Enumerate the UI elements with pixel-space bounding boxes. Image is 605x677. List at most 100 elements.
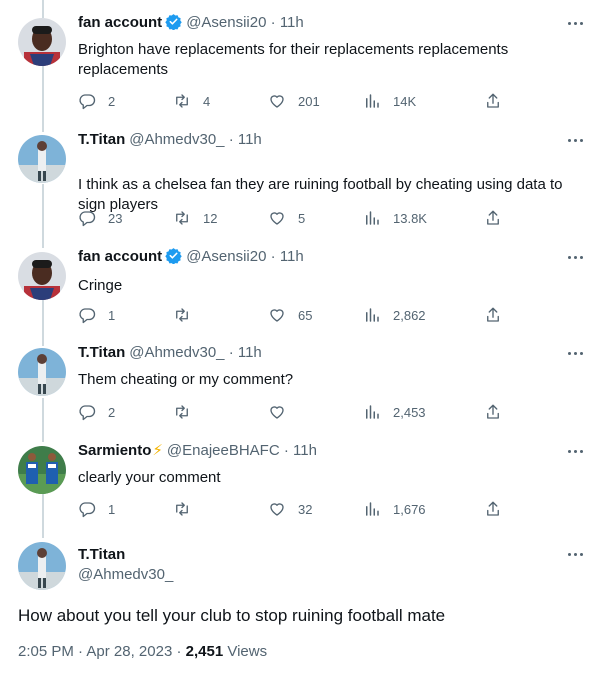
views-count: 13.8K bbox=[393, 210, 427, 226]
tweet-date[interactable]: Apr 28, 2023 bbox=[86, 643, 172, 660]
separator-dot: · bbox=[78, 643, 84, 660]
reply-button[interactable]: 2 bbox=[78, 90, 115, 112]
display-name[interactable]: fan account bbox=[78, 14, 162, 31]
reply-button[interactable]: 2 bbox=[78, 401, 115, 423]
main-tweet-name[interactable]: T.Titan bbox=[78, 546, 125, 563]
user-handle[interactable]: @EnajeeBHAFC bbox=[167, 442, 280, 459]
tweet-header: T.Titan @Ahmedv30_ · 11h bbox=[78, 343, 262, 363]
share-button[interactable] bbox=[484, 304, 502, 326]
main-tweet-text: How about you tell your club to stop rui… bbox=[18, 606, 446, 625]
tweet-time[interactable]: 11h bbox=[238, 131, 262, 148]
tweet-time[interactable]: 11h bbox=[280, 14, 304, 31]
tweet-text: Brighton have replacements for their rep… bbox=[78, 41, 509, 78]
tweet-actions: 2 4 201 14K bbox=[78, 90, 508, 112]
avatar[interactable] bbox=[18, 18, 66, 66]
retweet-button[interactable] bbox=[173, 401, 203, 423]
more-dots-icon[interactable] bbox=[566, 13, 586, 33]
more-dots-icon[interactable] bbox=[566, 544, 586, 564]
reply-icon bbox=[79, 405, 96, 421]
retweet-button[interactable] bbox=[173, 304, 203, 326]
separator-dot: · bbox=[228, 131, 234, 148]
avatar[interactable] bbox=[18, 135, 66, 183]
tweet-text: clearly your comment bbox=[78, 469, 221, 486]
more-dots-icon[interactable] bbox=[566, 343, 586, 363]
views-button[interactable]: 14K bbox=[363, 90, 416, 112]
more-dots-icon[interactable] bbox=[566, 247, 586, 267]
views-count: 14K bbox=[393, 93, 417, 109]
retweet-count: 12 bbox=[203, 210, 218, 226]
tweet-actions: 1 65 2,862 bbox=[78, 304, 508, 326]
views-button[interactable]: 13.8K bbox=[363, 207, 427, 229]
tweet-meta: 2:05 PM · Apr 28, 2023 · 2,451 Views bbox=[18, 643, 267, 660]
reply-button[interactable]: 23 bbox=[78, 207, 122, 229]
views-count: 1,676 bbox=[393, 501, 426, 517]
tweet-time[interactable]: 11h bbox=[238, 344, 262, 361]
reply-tweet: Sarmiento⚡ @EnajeeBHAFC · 11h clearly your… bbox=[0, 428, 605, 538]
share-icon bbox=[487, 307, 499, 322]
tweet-time[interactable]: 2:05 PM bbox=[18, 643, 74, 660]
separator-dot: · bbox=[228, 344, 234, 361]
user-handle[interactable]: @Asensii20 bbox=[186, 14, 266, 31]
share-button[interactable] bbox=[484, 90, 502, 112]
tweet-text: Them cheating or my comment? bbox=[78, 371, 294, 388]
retweet-icon bbox=[176, 211, 188, 225]
tweet-header: fan account @Asensii20 · 11h bbox=[78, 13, 304, 33]
display-name[interactable]: Sarmiento bbox=[78, 442, 151, 459]
share-icon bbox=[487, 93, 499, 108]
display-name[interactable]: T.Titan bbox=[78, 131, 125, 148]
tweet-actions: 2 2,453 bbox=[78, 401, 508, 423]
share-icon bbox=[487, 501, 499, 516]
retweet-icon bbox=[176, 502, 188, 516]
reply-count: 23 bbox=[108, 210, 123, 226]
verified-badge-icon bbox=[165, 248, 182, 264]
retweet-icon bbox=[176, 94, 188, 108]
tweet-time[interactable]: 11h bbox=[293, 442, 317, 459]
reply-button[interactable]: 1 bbox=[78, 498, 115, 520]
share-button[interactable] bbox=[484, 207, 502, 229]
reply-icon bbox=[79, 502, 96, 518]
like-button[interactable]: 201 bbox=[268, 90, 320, 112]
display-name[interactable]: T.Titan bbox=[78, 344, 125, 361]
more-dots-icon[interactable] bbox=[566, 130, 586, 150]
views-chart-icon bbox=[366, 211, 379, 225]
user-handle[interactable]: @Asensii20 bbox=[186, 248, 266, 265]
user-handle[interactable]: @Ahmedv30_ bbox=[129, 131, 224, 148]
views-button[interactable]: 2,862 bbox=[363, 304, 426, 326]
avatar[interactable] bbox=[18, 446, 66, 494]
reply-count: 2 bbox=[108, 93, 116, 109]
separator-dot: · bbox=[270, 14, 276, 31]
reply-tweet: T.Titan @Ahmedv30_ · 11h I think as a chel… bbox=[0, 118, 605, 228]
heart-icon bbox=[270, 503, 284, 516]
tweet-header: T.Titan @Ahmedv30_ · 11h bbox=[78, 130, 262, 150]
reply-tweet: T.Titan @Ahmedv30_ · 11h Them cheating or … bbox=[0, 332, 605, 442]
display-name[interactable]: fan account bbox=[78, 248, 162, 265]
views-chart-icon bbox=[366, 308, 379, 322]
like-button[interactable]: 5 bbox=[268, 207, 305, 229]
retweet-button[interactable] bbox=[173, 498, 203, 520]
reply-tweet: fan account @Asensii20 · 11h Brighton have… bbox=[0, 0, 605, 110]
avatar[interactable] bbox=[18, 542, 66, 590]
user-handle[interactable]: @Ahmedv30_ bbox=[129, 344, 224, 361]
heart-icon bbox=[270, 309, 284, 322]
like-button[interactable]: 32 bbox=[268, 498, 312, 520]
avatar[interactable] bbox=[18, 252, 66, 300]
more-dots-icon[interactable] bbox=[566, 441, 586, 461]
views-button[interactable]: 2,453 bbox=[363, 401, 426, 423]
views-count: 2,451 bbox=[185, 643, 224, 660]
reply-button[interactable]: 1 bbox=[78, 304, 115, 326]
share-button[interactable] bbox=[484, 498, 502, 520]
heart-icon bbox=[270, 212, 284, 225]
tweet-time[interactable]: 11h bbox=[280, 248, 304, 265]
views-button[interactable]: 1,676 bbox=[363, 498, 426, 520]
avatar[interactable] bbox=[18, 348, 66, 396]
share-button[interactable] bbox=[484, 401, 502, 423]
retweet-button[interactable]: 4 bbox=[173, 90, 210, 112]
like-button[interactable] bbox=[268, 401, 298, 423]
like-count: 201 bbox=[298, 93, 320, 109]
tweet-text: Cringe bbox=[78, 277, 123, 294]
retweet-button[interactable]: 12 bbox=[173, 207, 217, 229]
main-tweet-handle[interactable]: @Ahmedv30_ bbox=[78, 566, 173, 583]
reply-icon bbox=[79, 94, 96, 110]
like-button[interactable]: 65 bbox=[268, 304, 312, 326]
retweet-icon bbox=[176, 308, 188, 322]
